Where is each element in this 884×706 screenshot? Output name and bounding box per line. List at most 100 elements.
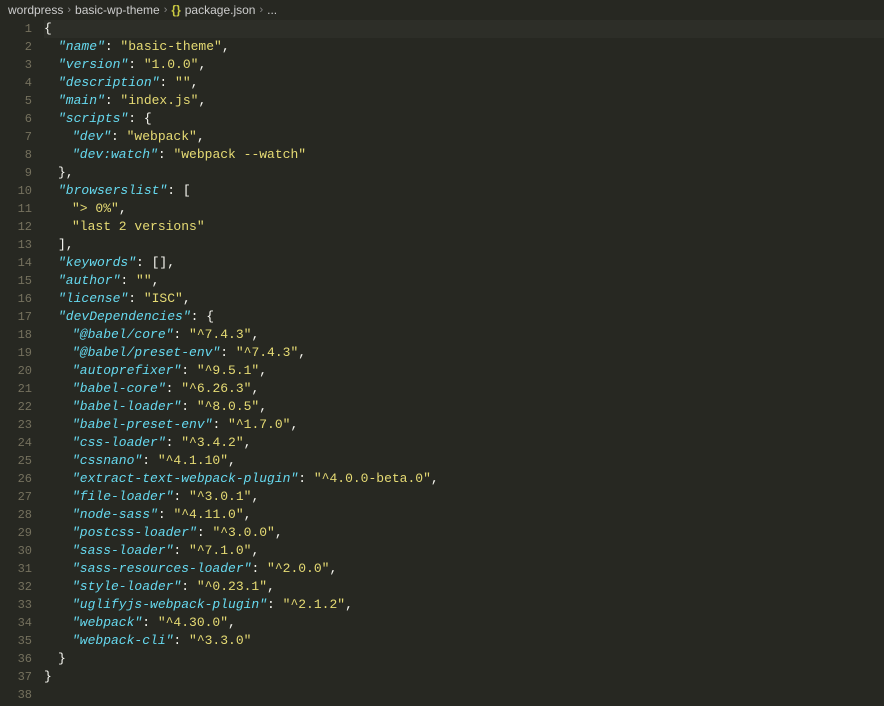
json-punct: : [159, 75, 175, 90]
json-key: "cssnano" [72, 453, 142, 468]
json-string: "^3.4.2" [181, 435, 243, 450]
code-line[interactable]: "sass-resources-loader": "^2.0.0", [44, 560, 884, 578]
json-key: "sass-loader" [72, 543, 173, 558]
code-line[interactable]: "style-loader": "^0.23.1", [44, 578, 884, 596]
line-number: 15 [0, 272, 32, 290]
code-line[interactable]: "devDependencies": { [44, 308, 884, 326]
code-line[interactable]: "extract-text-webpack-plugin": "^4.0.0-b… [44, 470, 884, 488]
json-string: "index.js" [120, 93, 198, 108]
json-key: "node-sass" [72, 507, 158, 522]
json-key: "extract-text-webpack-plugin" [72, 471, 298, 486]
code-line[interactable]: "sass-loader": "^7.1.0", [44, 542, 884, 560]
json-punct: , [298, 345, 306, 360]
json-punct: , [228, 615, 236, 630]
code-line[interactable]: "author": "", [44, 272, 884, 290]
json-punct: , [259, 399, 267, 414]
code-line[interactable]: "uglifyjs-webpack-plugin": "^2.1.2", [44, 596, 884, 614]
line-number: 13 [0, 236, 32, 254]
json-punct: : { [191, 309, 214, 324]
code-line[interactable]: "last 2 versions" [44, 218, 884, 236]
json-punct: : [181, 579, 197, 594]
code-content[interactable]: {"name": "basic-theme","version": "1.0.0… [44, 20, 884, 706]
line-number: 28 [0, 506, 32, 524]
json-string: "1.0.0" [144, 57, 199, 72]
code-line[interactable]: "@babel/core": "^7.4.3", [44, 326, 884, 344]
line-number: 2 [0, 38, 32, 56]
code-line[interactable]: "dev": "webpack", [44, 128, 884, 146]
code-line[interactable]: "css-loader": "^3.4.2", [44, 434, 884, 452]
code-line[interactable]: } [44, 668, 884, 686]
code-line[interactable]: ], [44, 236, 884, 254]
line-number: 19 [0, 344, 32, 362]
json-string: "^9.5.1" [197, 363, 259, 378]
code-line[interactable]: "babel-loader": "^8.0.5", [44, 398, 884, 416]
code-line[interactable]: "keywords": [], [44, 254, 884, 272]
json-key: "babel-preset-env" [72, 417, 212, 432]
code-line[interactable]: "description": "", [44, 74, 884, 92]
line-number: 9 [0, 164, 32, 182]
breadcrumb[interactable]: wordpress › basic-wp-theme › {} package.… [0, 0, 884, 20]
code-line[interactable]: } [44, 650, 884, 668]
line-number: 21 [0, 380, 32, 398]
line-number: 36 [0, 650, 32, 668]
code-line[interactable]: "main": "index.js", [44, 92, 884, 110]
json-string: "^3.3.0" [189, 633, 251, 648]
json-punct: : [267, 597, 283, 612]
json-punct: , [267, 579, 275, 594]
code-line[interactable]: "cssnano": "^4.1.10", [44, 452, 884, 470]
json-key: "@babel/core" [72, 327, 173, 342]
json-string: "^7.1.0" [189, 543, 251, 558]
json-punct: : [173, 489, 189, 504]
code-line[interactable]: "file-loader": "^3.0.1", [44, 488, 884, 506]
code-line[interactable]: "webpack-cli": "^3.3.0" [44, 632, 884, 650]
chevron-right-icon: › [67, 4, 71, 16]
breadcrumb-part[interactable]: ... [267, 3, 277, 17]
json-string: "^3.0.1" [189, 489, 251, 504]
json-punct: : [158, 147, 174, 162]
breadcrumb-part[interactable]: wordpress [8, 3, 63, 17]
json-key: "postcss-loader" [72, 525, 197, 540]
json-punct: : [142, 615, 158, 630]
json-punct: : [166, 435, 182, 450]
json-key: "css-loader" [72, 435, 166, 450]
json-string: "^7.4.3" [236, 345, 298, 360]
code-line[interactable]: "name": "basic-theme", [44, 38, 884, 56]
code-line[interactable]: "dev:watch": "webpack --watch" [44, 146, 884, 164]
code-line[interactable]: "babel-core": "^6.26.3", [44, 380, 884, 398]
json-key: "author" [58, 273, 120, 288]
json-punct: : [], [136, 255, 175, 270]
code-line[interactable]: "postcss-loader": "^3.0.0", [44, 524, 884, 542]
json-punct: : [220, 345, 236, 360]
code-line[interactable]: "scripts": { [44, 110, 884, 128]
breadcrumb-part[interactable]: package.json [185, 3, 256, 17]
code-line[interactable]: }, [44, 164, 884, 182]
json-key: "style-loader" [72, 579, 181, 594]
breadcrumb-part[interactable]: basic-wp-theme [75, 3, 160, 17]
code-line[interactable] [44, 686, 884, 704]
code-line[interactable]: "autoprefixer": "^9.5.1", [44, 362, 884, 380]
line-number: 23 [0, 416, 32, 434]
code-line[interactable]: "browserslist": [ [44, 182, 884, 200]
json-punct: ], [58, 237, 74, 252]
json-punct: : [105, 39, 121, 54]
json-punct: , [329, 561, 337, 576]
json-punct: : [251, 561, 267, 576]
line-number: 12 [0, 218, 32, 236]
code-line[interactable]: "version": "1.0.0", [44, 56, 884, 74]
code-editor[interactable]: 1234567891011121314151617181920212223242… [0, 20, 884, 706]
line-number: 34 [0, 614, 32, 632]
line-number: 17 [0, 308, 32, 326]
code-line[interactable]: "webpack": "^4.30.0", [44, 614, 884, 632]
json-punct: , [228, 453, 236, 468]
code-line[interactable]: "license": "ISC", [44, 290, 884, 308]
code-line[interactable]: "@babel/preset-env": "^7.4.3", [44, 344, 884, 362]
json-key: "sass-resources-loader" [72, 561, 251, 576]
code-line[interactable]: "babel-preset-env": "^1.7.0", [44, 416, 884, 434]
json-string: "^4.0.0-beta.0" [314, 471, 431, 486]
line-number: 18 [0, 326, 32, 344]
code-line[interactable]: "> 0%", [44, 200, 884, 218]
json-punct: : [212, 417, 228, 432]
code-line[interactable]: { [44, 20, 884, 38]
code-line[interactable]: "node-sass": "^4.11.0", [44, 506, 884, 524]
json-punct: , [119, 201, 127, 216]
